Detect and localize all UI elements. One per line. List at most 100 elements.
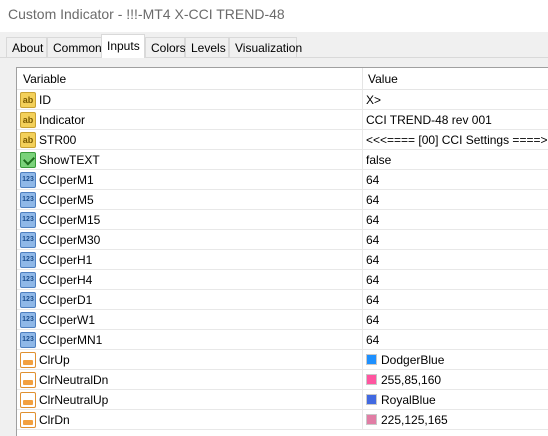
color-swatch[interactable] [366, 414, 377, 425]
color-icon [20, 352, 36, 368]
variable-name: CCIperW1 [39, 313, 96, 327]
grid-row-cciperm1[interactable]: 123 CCIperM1 64 [17, 170, 548, 190]
color-icon [20, 412, 36, 428]
tab-about[interactable]: About [6, 37, 47, 57]
variable-name: ClrNeutralDn [39, 373, 109, 387]
variable-value[interactable]: 255,85,160 [381, 373, 441, 387]
grid-header: Variable Value [17, 68, 548, 90]
integer-icon: 123 [20, 172, 36, 188]
variable-name: CCIperM5 [39, 193, 94, 207]
grid-row-cciperh1[interactable]: 123 CCIperH1 64 [17, 250, 548, 270]
tab-visualization[interactable]: Visualization [229, 37, 302, 57]
title-bar: Custom Indicator - !!!-MT4 X-CCI TREND-4… [0, 0, 548, 32]
cell-divider [362, 250, 363, 270]
string-icon: ab [20, 112, 36, 128]
variable-name: ID [39, 93, 51, 107]
variable-name: ClrNeutralUp [39, 393, 109, 407]
grid-row-id[interactable]: ab ID X> [17, 90, 548, 110]
grid-row-ccipermn1[interactable]: 123 CCIperMN1 64 [17, 330, 548, 350]
grid-row-cciperm15[interactable]: 123 CCIperM15 64 [17, 210, 548, 230]
tab-levels[interactable]: Levels [185, 37, 229, 57]
grid-row-cciperm30[interactable]: 123 CCIperM30 64 [17, 230, 548, 250]
variable-value[interactable]: <<<==== [00] CCI Settings ====>>> [366, 133, 548, 147]
variable-value[interactable]: 64 [366, 233, 379, 247]
cell-divider [362, 170, 363, 190]
tab-colors[interactable]: Colors [145, 37, 186, 57]
grid-row-clrup[interactable]: ClrUp DodgerBlue [17, 350, 548, 370]
cell-divider [362, 210, 363, 230]
cell-divider [362, 150, 363, 170]
grid-row-cciperd1[interactable]: 123 CCIperD1 64 [17, 290, 548, 310]
color-icon [20, 372, 36, 388]
variable-value[interactable]: 64 [366, 253, 379, 267]
variable-name: Indicator [39, 113, 86, 127]
grid-row-cciperm5[interactable]: 123 CCIperM5 64 [17, 190, 548, 210]
integer-icon: 123 [20, 312, 36, 328]
integer-icon: 123 [20, 192, 36, 208]
tab-inputs[interactable]: Inputs [101, 34, 145, 58]
cell-divider [362, 130, 363, 150]
column-header-variable[interactable]: Variable [23, 72, 66, 86]
cell-divider [362, 270, 363, 290]
variable-value[interactable]: 64 [366, 273, 379, 287]
window-title: Custom Indicator - !!!-MT4 X-CCI TREND-4… [8, 6, 285, 22]
color-swatch[interactable] [366, 394, 377, 405]
grid-row-clrneutralup[interactable]: ClrNeutralUp RoyalBlue [17, 390, 548, 410]
variable-name: STR00 [39, 133, 77, 147]
variable-value[interactable]: 64 [366, 173, 379, 187]
variable-name: CCIperH1 [39, 253, 93, 267]
variable-value[interactable]: 225,125,165 [381, 413, 448, 427]
column-header-value[interactable]: Value [368, 72, 398, 86]
grid-row-showtext[interactable]: ShowTEXT false [17, 150, 548, 170]
variable-name: CCIperM15 [39, 213, 101, 227]
cell-divider [362, 90, 363, 110]
cell-divider [362, 310, 363, 330]
variable-name: ClrUp [39, 353, 70, 367]
inputs-grid: Variable Value ab ID X> ab Indicator CCI TREN… [16, 67, 548, 436]
variable-value[interactable]: 64 [366, 213, 379, 227]
variable-name: CCIperH4 [39, 273, 93, 287]
grid-row-cciperw1[interactable]: 123 CCIperW1 64 [17, 310, 548, 330]
string-icon: ab [20, 92, 36, 108]
bool-icon [20, 152, 36, 168]
variable-value[interactable]: false [366, 153, 391, 167]
variable-name: CCIperM1 [39, 173, 94, 187]
integer-icon: 123 [20, 332, 36, 348]
cell-divider [362, 350, 363, 370]
grid-row-clrdn[interactable]: ClrDn 225,125,165 [17, 410, 548, 430]
tab-common[interactable]: Common [47, 37, 102, 57]
variable-value[interactable]: X> [366, 93, 381, 107]
color-icon [20, 392, 36, 408]
cell-divider [362, 330, 363, 350]
variable-value[interactable]: CCI TREND-48 rev 001 [366, 113, 492, 127]
variable-name: CCIperD1 [39, 293, 93, 307]
cell-divider [362, 190, 363, 210]
variable-value[interactable]: 64 [366, 313, 379, 327]
variable-value[interactable]: DodgerBlue [381, 353, 444, 367]
grid-row-clrneutraldn[interactable]: ClrNeutralDn 255,85,160 [17, 370, 548, 390]
grid-row-cciperh4[interactable]: 123 CCIperH4 64 [17, 270, 548, 290]
cell-divider [362, 370, 363, 390]
color-swatch[interactable] [366, 374, 377, 385]
variable-value[interactable]: 64 [366, 193, 379, 207]
variable-name: ShowTEXT [39, 153, 100, 167]
color-swatch[interactable] [366, 354, 377, 365]
variable-value[interactable]: 64 [366, 293, 379, 307]
variable-name: CCIperMN1 [39, 333, 103, 347]
grid-row-str00[interactable]: ab STR00 <<<==== [00] CCI Settings ====>>> [17, 130, 548, 150]
cell-divider [362, 230, 363, 250]
grid-row-indicator[interactable]: ab Indicator CCI TREND-48 rev 001 [17, 110, 548, 130]
integer-icon: 123 [20, 272, 36, 288]
variable-value[interactable]: RoyalBlue [381, 393, 436, 407]
variable-name: CCIperM30 [39, 233, 101, 247]
integer-icon: 123 [20, 252, 36, 268]
cell-divider [362, 290, 363, 310]
integer-icon: 123 [20, 232, 36, 248]
integer-icon: 123 [20, 292, 36, 308]
cell-divider [362, 110, 363, 130]
integer-icon: 123 [20, 212, 36, 228]
variable-value[interactable]: 64 [366, 333, 379, 347]
cell-divider [362, 390, 363, 410]
column-divider[interactable] [362, 68, 363, 90]
string-icon: ab [20, 132, 36, 148]
